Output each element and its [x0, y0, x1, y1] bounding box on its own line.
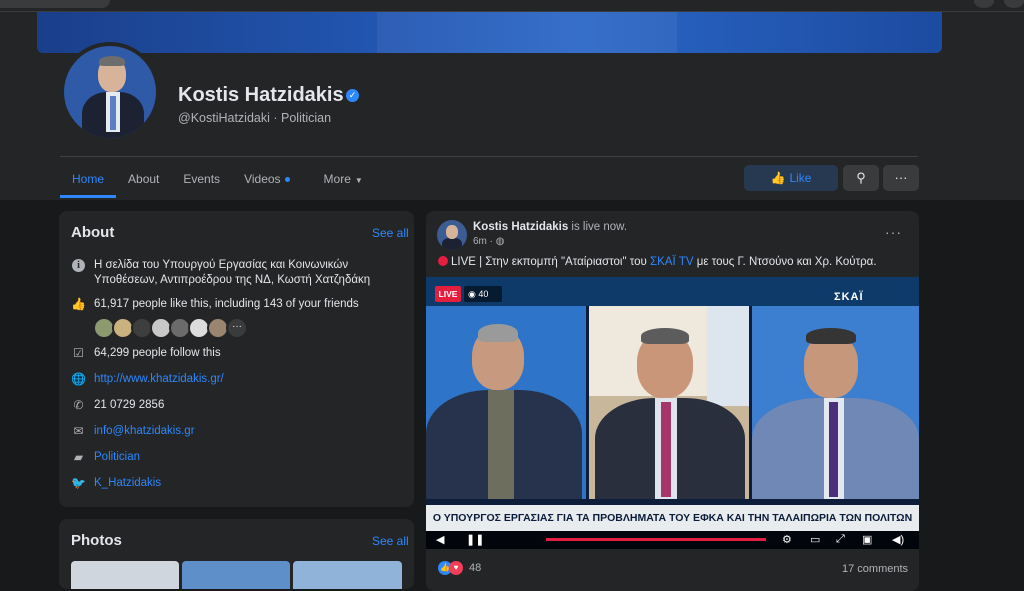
tab-about[interactable]: About — [116, 160, 171, 198]
follows-row: ☑ 64,299 people follow this — [71, 346, 221, 361]
photos-heading: Photos — [71, 532, 122, 549]
page-handle: @KostiHatzidaki · Politician — [178, 111, 332, 125]
reactions-summary[interactable]: 👍 ♥ 48 — [438, 561, 481, 575]
photos-see-all-link[interactable]: See all — [372, 534, 409, 548]
category-row: ▰ Politician — [71, 450, 140, 465]
follows-count: 64,299 people follow this — [94, 347, 221, 359]
settings-gear-icon[interactable]: ⚙ — [782, 533, 792, 546]
more-friends-button[interactable]: ··· — [226, 317, 248, 339]
cast-icon[interactable]: ▭ — [810, 533, 820, 546]
post-author-name[interactable]: Kostis Hatzidakis — [473, 221, 568, 233]
twitter-icon: 🐦 — [71, 476, 86, 490]
info-icon: i — [72, 259, 85, 272]
caret-down-icon: ▼ — [354, 176, 363, 185]
video-controls: ◀ ❚❚ ⚙ ▭ ⤢ ▣ ◀) — [426, 531, 919, 549]
page-nav: Home About Events Videos More ▼ — [60, 160, 375, 198]
about-heading: About — [71, 224, 115, 241]
tab-home[interactable]: Home — [60, 160, 117, 198]
follow-check-icon: ☑ — [73, 346, 84, 360]
photos-card: Photos See all — [59, 519, 414, 589]
about-description-row: i Η σελίδα του Υπουργού Εργασίας και Κοι… — [71, 258, 391, 288]
phone-icon: ✆ — [73, 398, 84, 412]
live-video-player[interactable]: LIVE ◉ 40 ΣΚΑΪ Ο ΥΠΟΥΡΓΟΣ ΕΡΓΑΣΙΑΣ ΓΙΑ Τ… — [426, 277, 919, 549]
like-page-button[interactable]: 👍 Like — [744, 165, 838, 191]
more-options-button[interactable]: ··· — [883, 165, 919, 191]
post-status: is live now. — [568, 221, 628, 233]
photo-thumbnail[interactable] — [71, 561, 179, 589]
verified-badge-icon: ✓ — [346, 89, 359, 102]
friends-avatars: ··· — [93, 317, 248, 339]
post-timestamp[interactable]: 6m · ◍ — [473, 236, 505, 247]
likes-count: 61,917 people like this, including 143 o… — [94, 298, 359, 310]
photo-thumbnail[interactable] — [182, 561, 290, 589]
tab-events[interactable]: Events — [171, 160, 232, 198]
skai-tv-link[interactable]: ΣΚΑΪ TV — [650, 256, 694, 268]
folder-icon: ▰ — [73, 450, 84, 464]
search-button[interactable]: ⚲ — [843, 165, 879, 191]
love-reaction-icon: ♥ — [449, 561, 463, 575]
about-see-all-link[interactable]: See all — [372, 226, 409, 240]
envelope-icon: ✉ — [73, 424, 84, 438]
email-row: ✉ info@khatzidakis.gr — [71, 424, 195, 439]
reactions-count: 48 — [469, 562, 482, 574]
post-text: LIVE | Στην εκπομπή "Αταίριαστοι" του ΣΚ… — [438, 256, 877, 268]
rewind-icon[interactable]: ◀ — [436, 533, 444, 546]
website-link[interactable]: http://www.khatzidakis.gr/ — [94, 372, 224, 387]
live-dot-icon — [438, 256, 448, 266]
twitter-link[interactable]: K_Hatzidakis — [94, 476, 161, 491]
progress-bar[interactable] — [546, 538, 766, 541]
play-pause-icon[interactable]: ❚❚ — [466, 533, 484, 546]
globe-icon: ◍ — [495, 236, 505, 247]
post-header: Kostis Hatzidakis is live now. — [473, 221, 627, 233]
post-options-button[interactable]: ··· — [885, 224, 902, 240]
photo-thumbnail[interactable] — [293, 561, 402, 589]
likes-row: 👍 61,917 people like this, including 143… — [71, 297, 359, 312]
email-link[interactable]: info@khatzidakis.gr — [94, 424, 195, 439]
twitter-row: 🐦 K_Hatzidakis — [71, 476, 161, 491]
phone-row: ✆ 21 0729 2856 — [71, 398, 164, 413]
pip-icon[interactable]: ▣ — [862, 533, 872, 546]
website-row: 🌐 http://www.khatzidakis.gr/ — [71, 372, 224, 387]
notifications-icon[interactable] — [1004, 0, 1024, 8]
page-title: Kostis Hatzidakis — [178, 84, 344, 106]
post-author-avatar[interactable] — [437, 220, 467, 250]
phone-number: 21 0729 2856 — [94, 399, 165, 411]
thumbs-up-icon: 👍 — [71, 297, 86, 311]
channel-logo: ΣΚΑΪ — [834, 291, 864, 303]
fullscreen-icon[interactable]: ⤢ — [836, 533, 845, 546]
viewer-count: ◉ 40 — [464, 286, 502, 302]
header-divider — [60, 156, 918, 157]
top-bar — [0, 0, 1024, 12]
video-panel-left — [426, 306, 586, 499]
about-description: Η σελίδα του Υπουργού Εργασίας και Κοινω… — [94, 259, 371, 286]
new-content-dot-icon — [284, 177, 290, 183]
comments-count-link[interactable]: 17 comments — [842, 563, 908, 575]
video-panel-center — [589, 306, 749, 499]
live-post: Kostis Hatzidakis is live now. 6m · ◍ ··… — [426, 211, 919, 591]
news-ticker: Ο ΥΠΟΥΡΓΟΣ ΕΡΓΑΣΙΑΣ ΓΙΑ ΤΑ ΠΡΟΒΛΗΜΑΤΑ ΤΟ… — [426, 505, 919, 531]
profile-avatar[interactable] — [60, 42, 160, 142]
about-card: About See all i Η σελίδα του Υπουργού Ερ… — [59, 211, 414, 507]
tab-videos[interactable]: Videos — [232, 160, 301, 198]
search-icon: ⚲ — [856, 170, 866, 185]
search-bar-fragment[interactable] — [0, 0, 110, 8]
eye-icon: ◉ — [468, 289, 479, 299]
globe-icon: 🌐 — [71, 372, 86, 386]
tab-more[interactable]: More ▼ — [302, 160, 375, 198]
thumbs-up-icon: 👍 — [770, 171, 786, 185]
category-link[interactable]: Politician — [94, 450, 140, 465]
live-badge: LIVE — [435, 286, 461, 302]
video-panel-right — [752, 306, 919, 499]
messenger-icon[interactable] — [974, 0, 994, 8]
cover-photo[interactable] — [37, 12, 942, 53]
volume-icon[interactable]: ◀) — [892, 533, 904, 546]
ellipsis-icon: ··· — [894, 170, 908, 185]
